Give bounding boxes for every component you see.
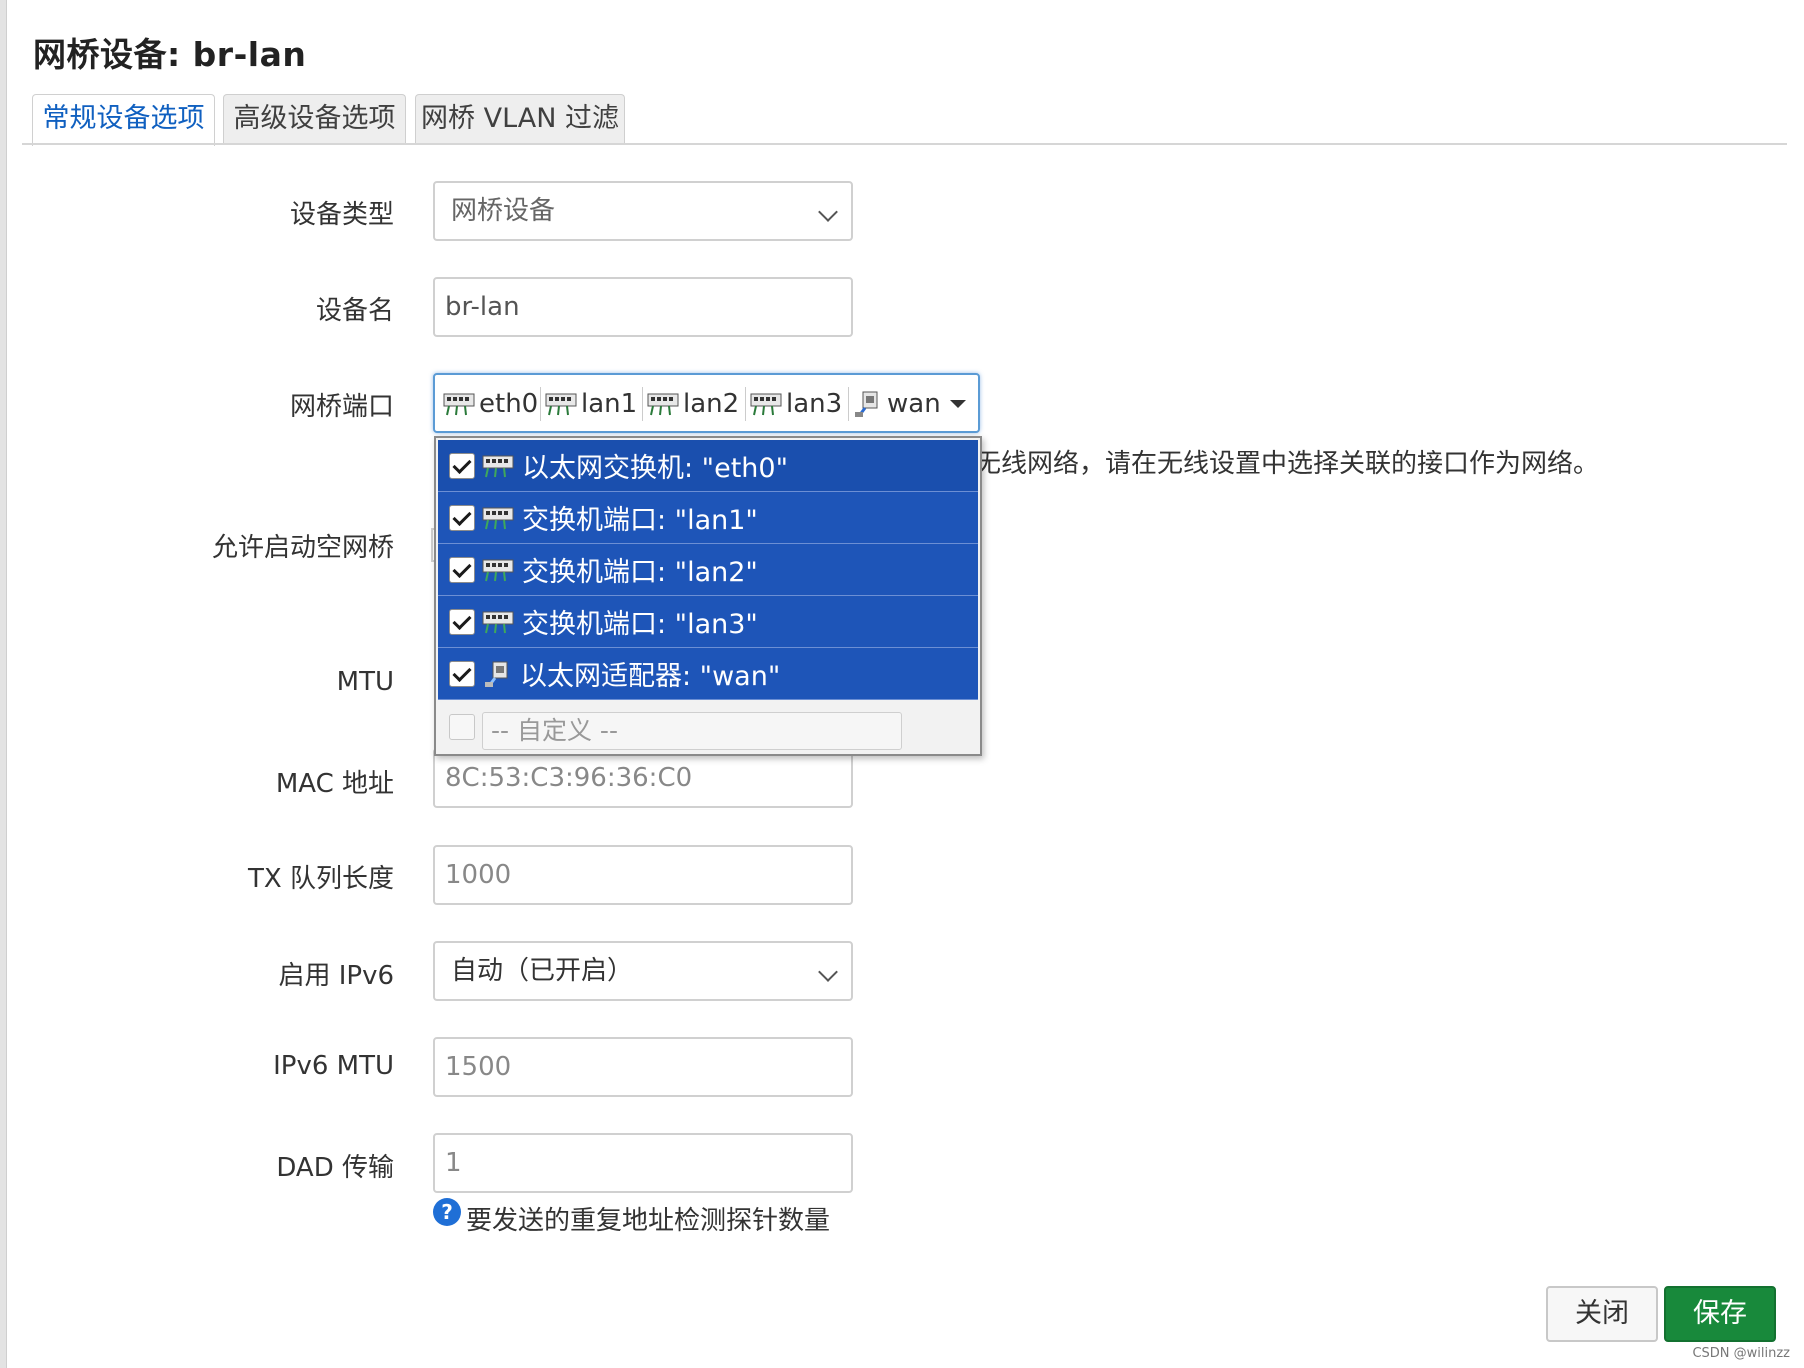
- device-name-label: 设备名: [315, 296, 394, 326]
- tx-queue-length-placeholder: 1000: [445, 860, 512, 890]
- tab-bar-divider: [22, 143, 1787, 145]
- custom-port-input[interactable]: -- 自定义 --: [482, 712, 902, 750]
- switch-icon: [482, 559, 514, 581]
- tab-bridge-vlan-filtering[interactable]: 网桥 VLAN 过滤: [415, 94, 625, 144]
- switch-icon: [443, 393, 475, 416]
- dialog-title: 网桥设备: br-lan: [33, 35, 307, 74]
- chevron-down-icon: [815, 183, 845, 239]
- dropdown-option-eth0[interactable]: 以太网交换机: "eth0": [438, 440, 978, 492]
- mac-address-placeholder: 8C:53:C3:96:36:C0: [445, 763, 693, 793]
- device-type-select[interactable]: 网桥设备: [433, 181, 853, 241]
- option-checkbox[interactable]: [449, 452, 475, 479]
- ipv6-mtu-input[interactable]: 1500: [433, 1037, 853, 1097]
- port-chip-label: eth0: [479, 389, 539, 419]
- option-label: 以太网交换机: "eth0": [522, 453, 789, 484]
- dropdown-option-lan3[interactable]: 交换机端口: "lan3": [438, 596, 978, 648]
- port-chip-label: lan3: [786, 389, 843, 419]
- option-label: 以太网适配器: "wan": [520, 661, 781, 692]
- dropdown-option-lan1[interactable]: 交换机端口: "lan1": [438, 492, 978, 544]
- tx-queue-length-label: TX 队列长度: [248, 864, 394, 894]
- option-label: 交换机端口: "lan1": [522, 505, 758, 536]
- switch-icon: [750, 393, 782, 416]
- mac-address-label: MAC 地址: [275, 769, 394, 799]
- option-label: 交换机端口: "lan3": [522, 609, 758, 640]
- port-chip-label: lan2: [683, 389, 740, 419]
- mtu-label: MTU: [336, 667, 394, 697]
- device-type-label: 设备类型: [289, 200, 394, 230]
- help-icon: ?: [433, 1198, 461, 1226]
- bridge-ports-multiselect[interactable]: eth0 lan1 lan2 lan3 wan: [433, 373, 980, 433]
- port-chip-eth0: eth0: [441, 383, 541, 425]
- bridge-ports-dropdown: 以太网交换机: "eth0" 交换机端口: "lan1" 交换机端口: "lan…: [434, 436, 982, 756]
- tab-general-options[interactable]: 常规设备选项: [32, 94, 215, 146]
- port-chip-lan2: lan2: [647, 383, 746, 425]
- enable-ipv6-select[interactable]: 自动（已开启）: [433, 941, 853, 1001]
- bring-up-empty-bridge-label: 允许启动空网桥: [211, 533, 394, 563]
- chevron-down-icon: [815, 943, 845, 999]
- ipv6-mtu-label: IPv6 MTU: [273, 1051, 394, 1081]
- switch-icon: [545, 393, 577, 416]
- enable-ipv6-value: 自动（已开启）: [451, 956, 634, 986]
- dad-transmits-input[interactable]: 1: [433, 1133, 853, 1193]
- switch-icon: [482, 507, 514, 529]
- dropdown-custom-row: -- 自定义 --: [438, 700, 978, 752]
- switch-icon: [647, 393, 679, 416]
- port-chip-lan3: lan3: [750, 383, 849, 425]
- save-button[interactable]: 保存: [1664, 1286, 1776, 1342]
- option-label: 交换机端口: "lan2": [522, 557, 758, 588]
- tx-queue-length-input[interactable]: 1000: [433, 845, 853, 905]
- close-button[interactable]: 关闭: [1546, 1286, 1658, 1342]
- window-edge: [0, 0, 7, 1368]
- enable-ipv6-label: 启用 IPv6: [278, 961, 394, 991]
- dropdown-option-lan2[interactable]: 交换机端口: "lan2": [438, 544, 978, 596]
- ethernet-adapter-icon: [855, 391, 878, 417]
- mac-address-input[interactable]: 8C:53:C3:96:36:C0: [433, 748, 853, 808]
- device-type-value: 网桥设备: [451, 196, 556, 226]
- device-name-value: br-lan: [445, 292, 520, 322]
- switch-icon: [482, 455, 514, 477]
- watermark: CSDN @wilinzz: [1692, 1346, 1790, 1361]
- port-chip-wan: wan: [853, 383, 943, 425]
- dad-transmits-label: DAD 传输: [276, 1153, 394, 1183]
- tab-advanced-options[interactable]: 高级设备选项: [223, 94, 406, 144]
- port-chip-label: lan1: [581, 389, 638, 419]
- device-name-input[interactable]: br-lan: [433, 277, 853, 337]
- port-chip-label: wan: [887, 389, 941, 419]
- dad-transmits-help: 要发送的重复地址检测探针数量: [466, 1206, 831, 1236]
- ipv6-mtu-placeholder: 1500: [445, 1052, 512, 1082]
- bridge-ports-hint: 无线网络，请在无线设置中选择关联的接口作为网络。: [975, 449, 1600, 479]
- port-chip-lan1: lan1: [545, 383, 643, 425]
- bridge-ports-label: 网桥端口: [289, 392, 394, 422]
- dropdown-option-wan[interactable]: 以太网适配器: "wan": [438, 648, 978, 700]
- option-checkbox[interactable]: [449, 660, 475, 687]
- option-checkbox[interactable]: [449, 556, 475, 583]
- dad-transmits-placeholder: 1: [445, 1148, 462, 1178]
- switch-icon: [482, 611, 514, 633]
- option-checkbox[interactable]: [449, 504, 475, 531]
- option-checkbox[interactable]: [449, 608, 475, 635]
- caret-down-icon[interactable]: [950, 400, 966, 408]
- ethernet-adapter-icon: [485, 661, 508, 687]
- custom-checkbox[interactable]: [449, 714, 475, 740]
